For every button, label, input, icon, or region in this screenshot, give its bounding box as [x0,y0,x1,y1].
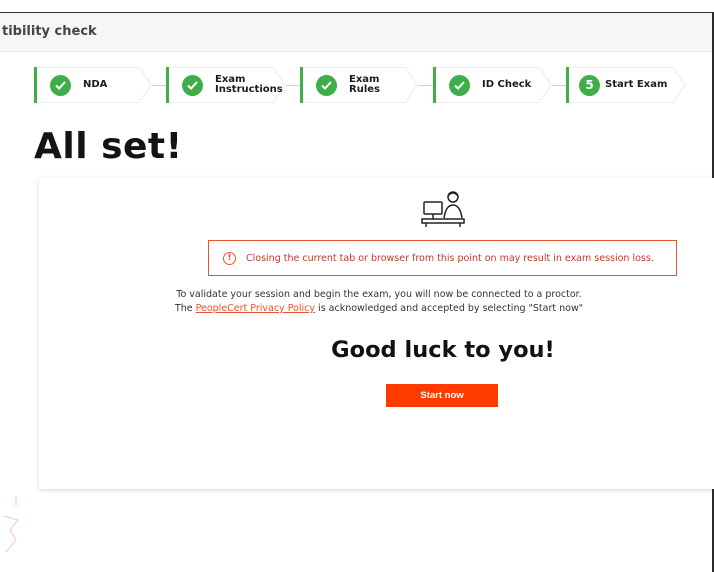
check-icon [316,74,337,96]
good-luck-heading: Good luck to you! [331,337,555,363]
proctor-at-desk-icon [421,191,465,227]
title-bar: tibility check [0,13,712,52]
decorative-logo-icon [3,496,19,553]
step-connector [552,85,566,86]
step-label: NDA [83,79,108,90]
step-connector [152,85,166,86]
session-loss-warning: ! Closing the current tab or browser fro… [208,240,677,276]
check-icon [50,74,71,96]
step-id-check[interactable]: ID Check [433,67,552,103]
start-now-button[interactable]: Start now [386,384,498,407]
step-connector [286,85,300,86]
step-exam-rules[interactable]: Exam Rules [300,67,418,103]
step-start-exam[interactable]: 5 Start Exam [566,67,686,103]
privacy-text-pre: The [174,303,196,314]
privacy-text-post: is acknowledged and accepted by selectin… [315,303,584,314]
step-label: Start Exam [605,79,668,90]
privacy-consent-text: The PeopleCert Privacy Policy is acknowl… [39,303,714,314]
window-title: tibility check [2,24,97,39]
step-number-badge: 5 [579,74,600,96]
warning-text: Closing the current tab or browser from … [246,252,654,264]
step-label: Exam Instructions [215,74,283,95]
step-label: ID Check [482,79,532,90]
step-label: Exam Rules [349,74,380,95]
check-icon [182,74,203,96]
page-title: All set! [34,126,183,167]
step-nda[interactable]: NDA [34,67,152,103]
content-card [39,178,714,489]
proctor-info-text: To validate your session and begin the e… [176,289,582,300]
check-icon [449,74,470,96]
exclamation-circle-icon: ! [223,251,236,265]
privacy-policy-link[interactable]: PeopleCert Privacy Policy [196,303,315,314]
step-exam-instructions[interactable]: Exam Instructions [166,67,286,103]
step-connector [418,85,433,86]
